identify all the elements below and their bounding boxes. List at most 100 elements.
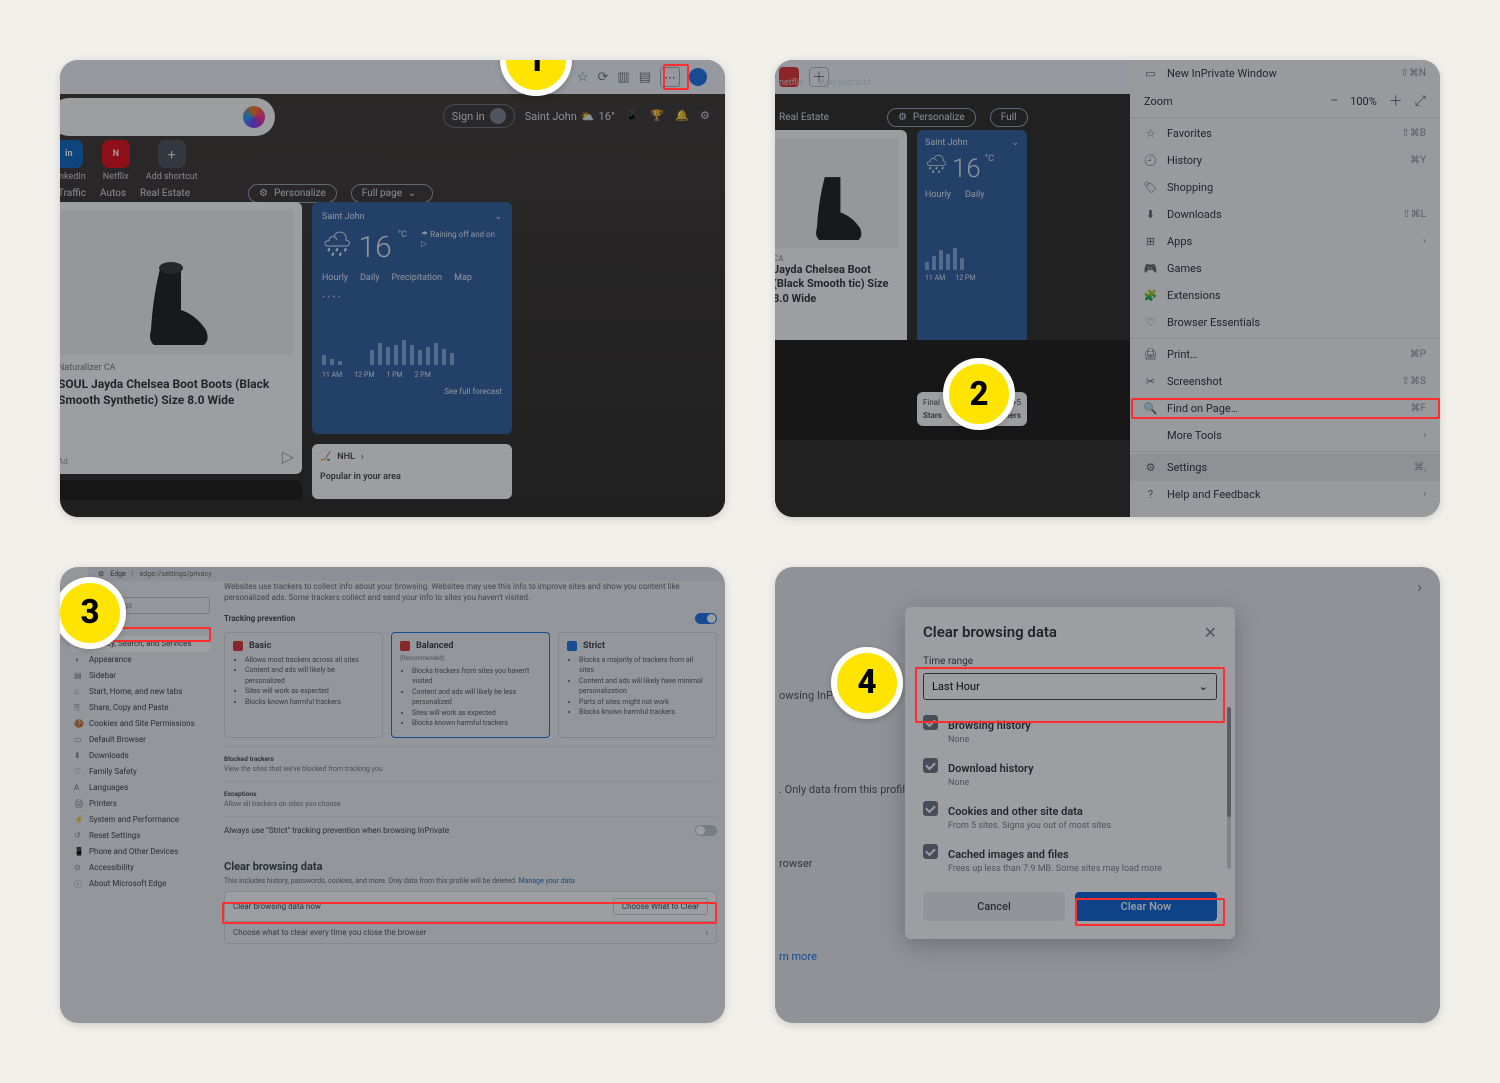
- sidebar-item-phone[interactable]: 📱Phone and Other Devices: [70, 844, 210, 860]
- tracking-option-balanced[interactable]: Balanced (Recommended) Blocks trackers f…: [391, 632, 550, 738]
- menu-extensions[interactable]: 🧩Extensions: [1130, 282, 1440, 309]
- menu-history[interactable]: 🕘History⌘Y: [1130, 147, 1440, 174]
- sidebar-item-reset[interactable]: ↺Reset Settings: [70, 828, 210, 844]
- refresh-icon[interactable]: ⟳: [598, 70, 609, 85]
- check-download-history[interactable]: Download historyNone: [923, 757, 1217, 788]
- menu-find[interactable]: 🔍Find on Page…⌘F: [1130, 395, 1440, 422]
- menu-more-tools[interactable]: More Tools›: [1130, 422, 1440, 449]
- checkbox-icon[interactable]: [923, 801, 938, 816]
- mobile-icon[interactable]: 📱: [625, 109, 640, 124]
- chevron-right-icon[interactable]: ›: [1417, 577, 1422, 596]
- modal-scrollbar[interactable]: [1227, 707, 1231, 869]
- product-card[interactable]: CA Jayda Chelsea Boot (Black Smooth tic)…: [775, 130, 907, 350]
- blocked-trackers-row[interactable]: Blocked trackersView the sites that we'v…: [224, 746, 717, 781]
- sidebar-item-accessibility[interactable]: ⊙Accessibility: [70, 860, 210, 876]
- checkbox-icon[interactable]: [923, 844, 938, 859]
- menu-downloads[interactable]: ⬇Downloads⇧⌘L: [1130, 201, 1440, 228]
- menu-settings[interactable]: ⚙Settings⌘,: [1130, 454, 1440, 481]
- sidebar-item-family[interactable]: ♡Family Safety: [70, 764, 210, 780]
- weather-card[interactable]: Saint John⌄ 🌧 16 °C ☂ Raining off and on…: [312, 202, 512, 434]
- choose-what-to-clear-button[interactable]: Choose What to Clear: [613, 898, 708, 915]
- tracking-prevention-heading: Tracking prevention: [224, 614, 295, 623]
- sidebar-item-default[interactable]: ▭Default Browser: [70, 732, 210, 748]
- fullscreen-button[interactable]: ⤢: [1415, 93, 1426, 109]
- sidebar-icon[interactable]: ▥: [617, 70, 629, 85]
- menu-games[interactable]: 🎮Games: [1130, 255, 1440, 282]
- see-forecast-link[interactable]: See full forecast: [322, 387, 502, 396]
- sidebar-item-start[interactable]: ⌂Start, Home, and new tabs: [70, 684, 210, 700]
- tracking-option-strict[interactable]: Strict Blocks a majority of trackers fro…: [558, 632, 717, 738]
- tracking-option-basic[interactable]: Basic Allows most trackers across all si…: [224, 632, 383, 738]
- clear-now-button[interactable]: Clear Now: [1075, 892, 1217, 921]
- menu-apps[interactable]: ⊞Apps›: [1130, 228, 1440, 255]
- profile-icon[interactable]: [689, 68, 707, 86]
- play-icon[interactable]: ▷: [282, 447, 294, 466]
- menu-screenshot[interactable]: ✂Screenshot⇧⌘S: [1130, 368, 1440, 395]
- strict-inprivate-row: Always use "Strict" tracking prevention …: [224, 816, 717, 844]
- cancel-button[interactable]: Cancel: [923, 892, 1065, 921]
- sidebar-item-cookies[interactable]: 🍪Cookies and Site Permissions: [70, 716, 210, 732]
- sidebar-item-sidebar[interactable]: ▤Sidebar: [70, 668, 210, 684]
- rewards-icon[interactable]: 🏆: [650, 109, 665, 124]
- menu-button[interactable]: ⋯: [660, 67, 680, 87]
- zoom-out-button[interactable]: −: [1330, 93, 1338, 109]
- feed-nav: Traffic Autos Real Estate ⚙ Personalize …: [60, 184, 433, 203]
- help-icon: ?: [1144, 488, 1157, 501]
- sign-in-button[interactable]: Sign in: [443, 104, 515, 128]
- boot-icon: [809, 173, 864, 248]
- menu-zoom: Zoom − 100% ＋ ⤢: [1130, 87, 1440, 115]
- manage-data-link[interactable]: Manage your data: [519, 877, 575, 885]
- copilot-icon[interactable]: [243, 106, 265, 128]
- menu-help[interactable]: ?Help and Feedback›: [1130, 481, 1440, 508]
- star-icon[interactable]: ☆: [577, 70, 589, 85]
- layout-dropdown[interactable]: Full: [990, 108, 1028, 127]
- zoom-in-button[interactable]: ＋: [1389, 91, 1403, 111]
- clear-on-close-row[interactable]: Choose what to clear every time you clos…: [224, 922, 717, 944]
- weather-times: 11 AM12 PM1 PM2 PM: [322, 371, 502, 379]
- search-bar[interactable]: [60, 98, 275, 136]
- nav-autos[interactable]: Autos: [100, 188, 126, 199]
- personalize-pill[interactable]: ⚙ Personalize: [887, 108, 976, 127]
- personalize-pill[interactable]: ⚙ Personalize: [248, 184, 337, 203]
- chevron-icon[interactable]: ⌄: [494, 212, 502, 222]
- sidebar-item-printers[interactable]: 🖨Printers: [70, 796, 210, 812]
- weather-cloud-icon: 🌧: [322, 230, 352, 258]
- tracking-toggle[interactable]: [695, 613, 717, 624]
- sidebar-item-downloads[interactable]: ⬇Downloads: [70, 748, 210, 764]
- check-browsing-history[interactable]: Browsing historyNone: [923, 714, 1217, 745]
- exceptions-row[interactable]: ExceptionsAllow all trackers on sites yo…: [224, 781, 717, 816]
- nhl-card[interactable]: 🏒 NHL › Popular in your area: [312, 444, 512, 499]
- clear-data-modal: Clear browsing data ✕ Time range Last Ho…: [905, 607, 1235, 939]
- sidebar-item-about[interactable]: ⓘAbout Microsoft Edge: [70, 876, 210, 892]
- strict-inprivate-toggle[interactable]: [695, 825, 717, 836]
- menu-essentials[interactable]: ♡Browser Essentials: [1130, 309, 1440, 336]
- menu-new-inprivate[interactable]: ▭New InPrivate Window ⇧⌘N: [1130, 60, 1440, 87]
- product-card[interactable]: Naturalizer CA SOUL Jayda Chelsea Boot B…: [60, 202, 302, 474]
- clear-browsing-data-desc: This includes history, passwords, cookie…: [224, 877, 717, 885]
- check-cached[interactable]: Cached images and filesFrees up less tha…: [923, 843, 1217, 874]
- checkbox-icon[interactable]: [923, 715, 938, 730]
- nav-realestate[interactable]: Real Estate: [140, 188, 190, 199]
- tile-linkedin[interactable]: inLinkedIn: [60, 140, 86, 182]
- tile-add-shortcut[interactable]: ＋Add shortcut: [146, 140, 198, 182]
- settings-icon[interactable]: ⚙: [700, 109, 715, 124]
- layout-dropdown[interactable]: Full page ⌄: [351, 184, 434, 203]
- header-weather[interactable]: Saint John ⛅ 16°: [525, 110, 615, 123]
- notifications-icon[interactable]: 🔔: [675, 109, 690, 124]
- collections-icon[interactable]: ▤: [639, 70, 651, 85]
- checkbox-icon[interactable]: [923, 758, 938, 773]
- menu-favorites[interactable]: ☆Favorites⇧⌘B: [1130, 120, 1440, 147]
- sidebar-item-system[interactable]: ⚡System and Performance: [70, 812, 210, 828]
- time-range-select[interactable]: Last Hour ⌄: [923, 673, 1217, 700]
- weather-condition: ☂ Raining off and on ▷: [421, 230, 502, 248]
- learn-more-link[interactable]: rn more: [779, 950, 817, 963]
- sidebar-item-appearance[interactable]: ◑Appearance: [70, 652, 210, 668]
- sidebar-item-languages[interactable]: ALanguages: [70, 780, 210, 796]
- check-cookies[interactable]: Cookies and other site dataFrom 5 sites.…: [923, 800, 1217, 831]
- nav-traffic[interactable]: Traffic: [60, 188, 86, 199]
- tile-netflix[interactable]: NNetflix: [102, 140, 130, 182]
- menu-print[interactable]: 🖨Print…⌘P: [1130, 341, 1440, 368]
- close-icon[interactable]: ✕: [1204, 623, 1217, 642]
- sidebar-item-share[interactable]: ⎘Share, Copy and Paste: [70, 700, 210, 716]
- menu-shopping[interactable]: 🏷Shopping: [1130, 174, 1440, 201]
